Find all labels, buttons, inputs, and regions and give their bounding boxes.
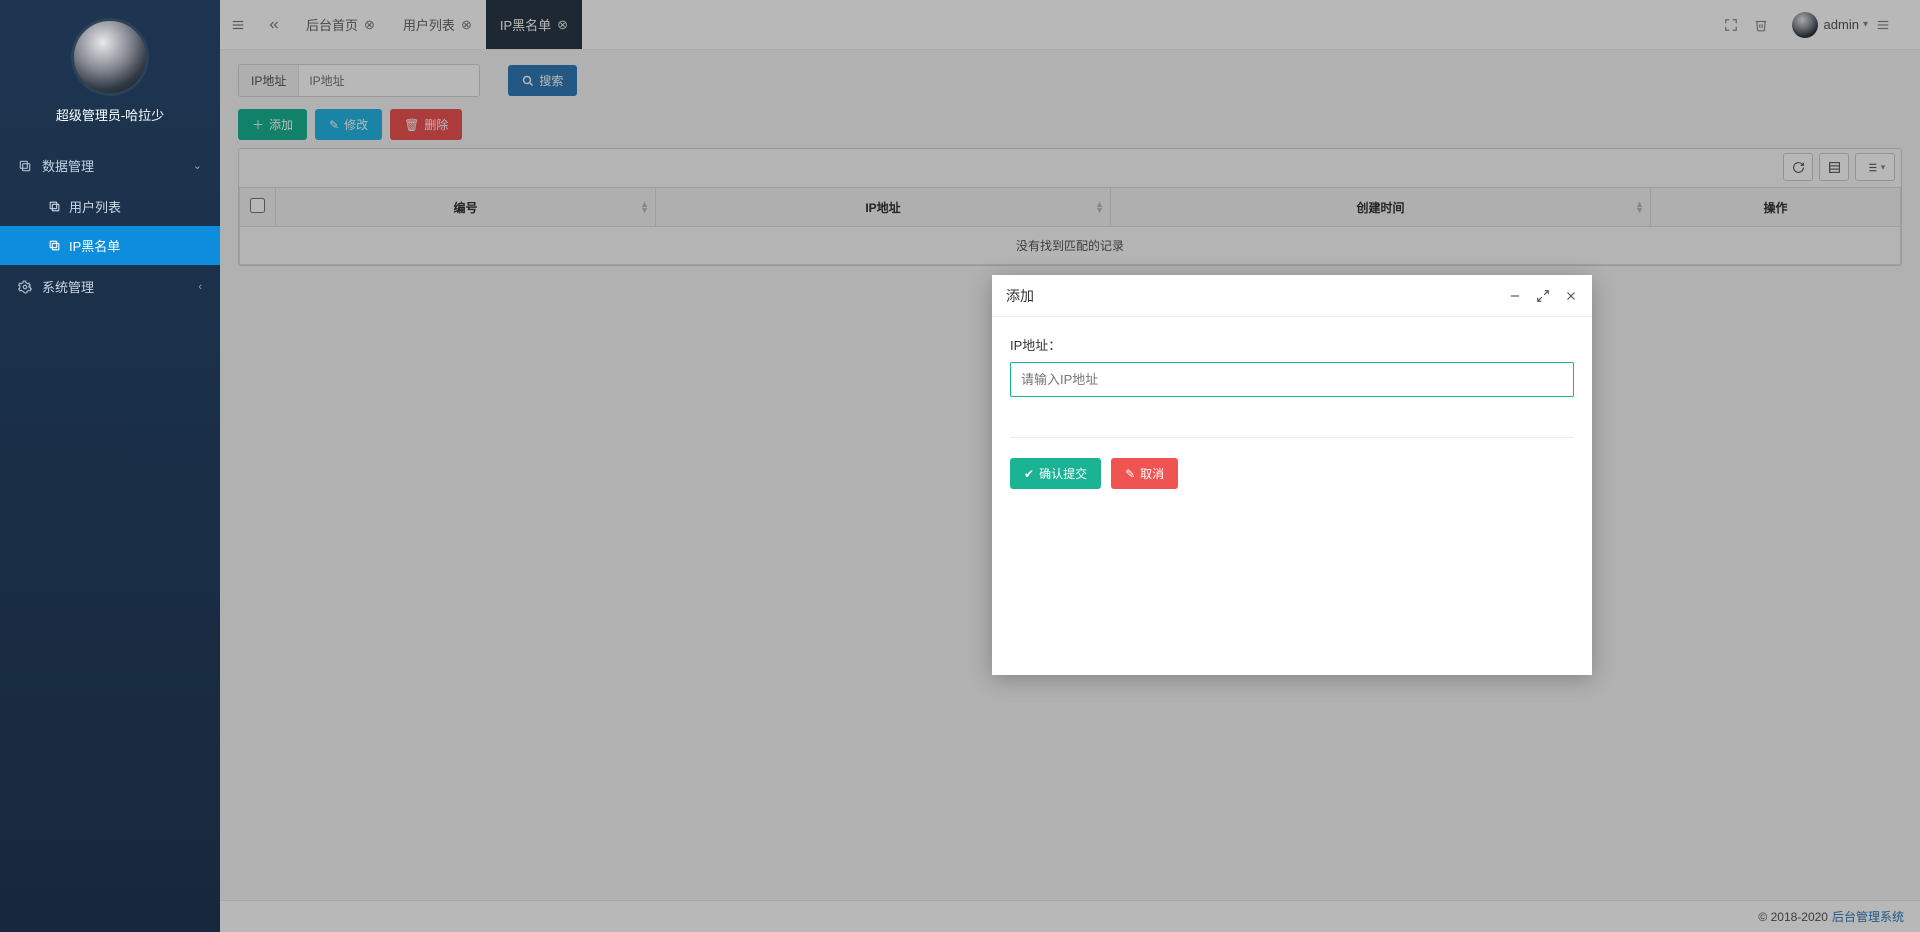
gear-icon — [18, 280, 32, 294]
chevron-left-icon: ‹ — [198, 281, 202, 293]
modal-title: 添加 — [1006, 286, 1034, 306]
modal-body: IP地址： ✔ 确认提交 ✎ 取消 — [992, 317, 1592, 675]
close-icon[interactable] — [1564, 289, 1578, 303]
submit-button[interactable]: ✔ 确认提交 — [1010, 458, 1101, 489]
sidebar-item-label: IP黑名单 — [69, 236, 120, 255]
menu-label: 数据管理 — [42, 156, 94, 175]
sidebar-item-user-list[interactable]: 用户列表 — [0, 187, 220, 226]
modal-header: 添加 — [992, 275, 1592, 317]
sidebar-item-label: 用户列表 — [69, 197, 121, 216]
modal-ip-input[interactable] — [1010, 362, 1574, 397]
avatar-block: 超级管理员-哈拉少 — [0, 0, 220, 132]
menu-label: 系统管理 — [42, 277, 94, 296]
button-label: 取消 — [1140, 465, 1164, 482]
copy-icon — [48, 239, 61, 252]
sidebar-user-name: 超级管理员-哈拉少 — [0, 105, 220, 124]
copy-icon — [18, 159, 32, 173]
menu-data-management[interactable]: 数据管理 ⌄ — [0, 144, 220, 187]
main: 后台首页 ⊗ 用户列表 ⊗ IP黑名单 ⊗ — [220, 0, 1920, 932]
button-label: 确认提交 — [1039, 465, 1087, 482]
pencil-icon: ✎ — [1125, 467, 1135, 481]
minimize-icon[interactable] — [1508, 289, 1522, 303]
maximize-icon[interactable] — [1536, 289, 1550, 303]
ip-field-label: IP地址： — [1010, 335, 1574, 354]
cancel-button[interactable]: ✎ 取消 — [1111, 458, 1178, 489]
check-icon: ✔ — [1024, 467, 1034, 481]
copy-icon — [48, 200, 61, 213]
sidebar: 超级管理员-哈拉少 数据管理 ⌄ 用户列表 — [0, 0, 220, 932]
avatar[interactable] — [71, 18, 149, 96]
add-modal: 添加 IP地址： ✔ — [992, 275, 1592, 675]
chevron-down-icon: ⌄ — [193, 159, 202, 172]
menu-system-management[interactable]: 系统管理 ‹ — [0, 265, 220, 308]
sidebar-item-ip-blacklist[interactable]: IP黑名单 — [0, 226, 220, 265]
sidebar-menu: 数据管理 ⌄ 用户列表 IP黑名单 — [0, 144, 220, 308]
